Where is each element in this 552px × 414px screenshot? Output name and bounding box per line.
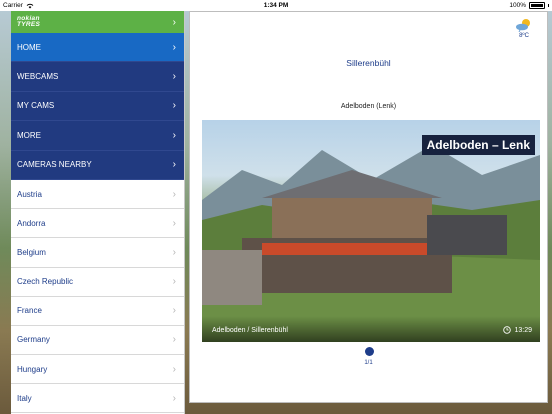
- battery-percent: 100%: [509, 2, 526, 9]
- status-right: 100%: [509, 2, 549, 9]
- weather-temperature: 8ºC: [519, 33, 529, 39]
- sidebar: nokian TYRES › HOME › WEBCAMS › MY CAMS …: [11, 11, 185, 414]
- brand-banner[interactable]: nokian TYRES ›: [11, 11, 184, 33]
- image-timestamp: 13:29: [503, 326, 532, 334]
- partly-cloudy-icon: [516, 19, 530, 32]
- chevron-right-icon: ›: [172, 16, 176, 28]
- weather-widget: 8ºC: [515, 18, 533, 39]
- chevron-right-icon: ›: [172, 129, 176, 141]
- clock-icon: [503, 326, 512, 334]
- chevron-right-icon: ›: [172, 305, 176, 317]
- chevron-right-icon: ›: [172, 159, 176, 171]
- menu-item-label: MY CAMS: [17, 101, 55, 111]
- menu-item-label: WEBCAMS: [17, 72, 59, 82]
- chevron-right-icon: ›: [172, 334, 176, 346]
- chevron-right-icon: ›: [172, 100, 176, 112]
- image-time-label: 13:29: [514, 326, 532, 334]
- country-label: France: [17, 306, 42, 316]
- chevron-right-icon: ›: [172, 188, 176, 200]
- status-time: 1:34 PM: [263, 2, 289, 9]
- chevron-right-icon: ›: [172, 246, 176, 258]
- country-label: Germany: [17, 335, 50, 345]
- menu-item-label: MORE: [17, 130, 41, 140]
- country-item-germany[interactable]: Germany ›: [11, 325, 184, 356]
- chevron-right-icon: ›: [172, 41, 176, 53]
- country-item-italy[interactable]: Italy ›: [11, 384, 184, 414]
- menu-item-webcams[interactable]: WEBCAMS ›: [11, 62, 184, 92]
- country-item-france[interactable]: France ›: [11, 296, 184, 326]
- page-indicator-dot[interactable]: [365, 347, 374, 356]
- country-item-czech-republic[interactable]: Czech Republic ›: [11, 267, 184, 297]
- country-item-austria[interactable]: Austria ›: [11, 179, 184, 210]
- country-label: Hungary: [17, 364, 48, 374]
- country-label: Italy: [17, 393, 32, 403]
- menu-item-home[interactable]: HOME ›: [11, 33, 184, 63]
- chevron-right-icon: ›: [172, 392, 176, 404]
- chevron-right-icon: ›: [172, 276, 176, 288]
- country-item-hungary[interactable]: Hungary ›: [11, 355, 184, 385]
- main-panel: 8ºC Sillerenbühl Adelboden (Lenk) Adelbo…: [189, 11, 548, 403]
- country-label: Czech Republic: [17, 277, 74, 287]
- webcam-image[interactable]: Adelboden – Lenk Adelboden / Sillerenbüh…: [202, 120, 540, 342]
- status-bar: Carrier 1:34 PM 100%: [0, 0, 552, 11]
- menu-item-cameras-nearby[interactable]: CAMERAS NEARBY ›: [11, 150, 184, 180]
- image-overlay-title: Adelboden – Lenk: [421, 135, 535, 155]
- camera-location: Adelboden (Lenk): [340, 103, 397, 110]
- chevron-right-icon: ›: [172, 217, 176, 229]
- brand-logo: nokian TYRES: [17, 15, 41, 28]
- menu-item-my-cams[interactable]: MY CAMS ›: [11, 91, 184, 122]
- country-label: Belgium: [17, 247, 46, 257]
- country-item-andorra[interactable]: Andorra ›: [11, 209, 184, 239]
- image-caption: Adelboden / Sillerenbühl: [212, 327, 288, 334]
- country-label: Austria: [17, 189, 42, 199]
- page-counter: 1/1: [364, 360, 373, 366]
- brand-line-2: TYRES: [17, 21, 41, 28]
- battery-icon: [529, 2, 545, 9]
- menu-item-label: HOME: [17, 42, 41, 52]
- menu-item-label: CAMERAS NEARBY: [17, 160, 92, 170]
- menu-item-more[interactable]: MORE ›: [11, 121, 184, 151]
- chevron-right-icon: ›: [172, 71, 176, 83]
- country-item-belgium[interactable]: Belgium ›: [11, 238, 184, 268]
- camera-title: Sillerenbühl: [346, 58, 391, 68]
- battery-tip: [548, 4, 549, 7]
- country-label: Andorra: [17, 218, 46, 228]
- chevron-right-icon: ›: [172, 363, 176, 375]
